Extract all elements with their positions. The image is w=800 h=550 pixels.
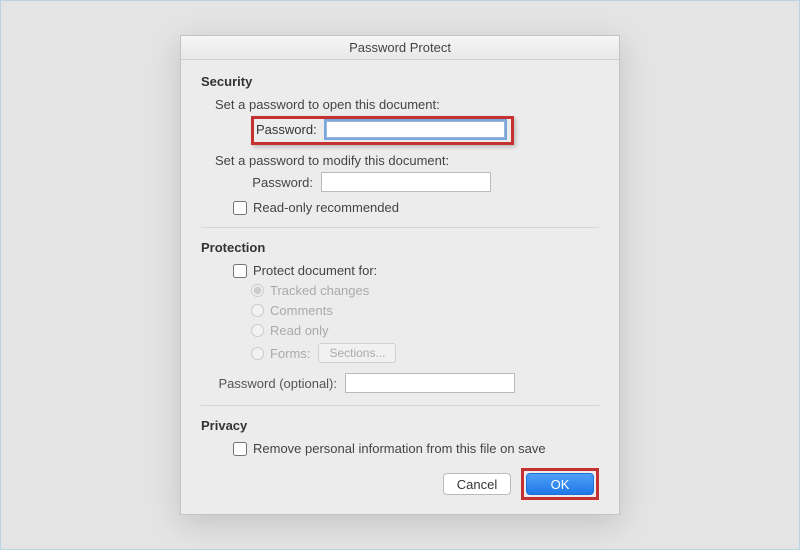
open-password-input[interactable]: [326, 121, 505, 138]
radio-comments[interactable]: [251, 304, 264, 317]
ok-button[interactable]: OK: [526, 473, 594, 495]
security-modify-label: Set a password to modify this document:: [215, 153, 599, 168]
modify-password-row: Password:: [251, 172, 599, 192]
radio-tracked-row: Tracked changes: [251, 283, 599, 298]
dialog-titlebar: Password Protect: [181, 36, 619, 60]
protect-for-row: Protect document for:: [233, 263, 599, 278]
protect-for-checkbox[interactable]: [233, 264, 247, 278]
radio-readonly[interactable]: [251, 324, 264, 337]
radio-comments-row: Comments: [251, 303, 599, 318]
privacy-heading: Privacy: [201, 418, 599, 433]
readonly-recommended-checkbox[interactable]: [233, 201, 247, 215]
modify-password-label: Password:: [251, 175, 321, 190]
readonly-recommended-label: Read-only recommended: [253, 200, 399, 215]
readonly-recommended-row: Read-only recommended: [233, 200, 599, 215]
divider-2: [201, 405, 599, 406]
open-password-label: Password:: [256, 122, 326, 137]
divider-1: [201, 227, 599, 228]
security-heading: Security: [201, 74, 599, 89]
cancel-button[interactable]: Cancel: [443, 473, 511, 495]
protect-for-label: Protect document for:: [253, 263, 377, 278]
radio-comments-label: Comments: [270, 303, 333, 318]
remove-personal-label: Remove personal information from this fi…: [253, 441, 546, 456]
password-protect-dialog: Password Protect Security Set a password…: [180, 35, 620, 515]
ok-button-highlight: OK: [521, 468, 599, 500]
radio-forms-label: Forms:: [270, 346, 310, 361]
security-open-label: Set a password to open this document:: [215, 97, 599, 112]
optional-password-label: Password (optional):: [215, 376, 345, 391]
radio-readonly-label: Read only: [270, 323, 329, 338]
remove-personal-row: Remove personal information from this fi…: [233, 441, 599, 456]
modify-password-input[interactable]: [321, 172, 491, 192]
radio-tracked[interactable]: [251, 284, 264, 297]
radio-readonly-row: Read only: [251, 323, 599, 338]
dialog-title: Password Protect: [349, 40, 451, 55]
remove-personal-checkbox[interactable]: [233, 442, 247, 456]
optional-password-row: Password (optional):: [215, 373, 599, 393]
open-password-highlight: Password:: [251, 116, 514, 145]
dialog-content: Security Set a password to open this doc…: [181, 60, 619, 514]
protection-radio-group: Tracked changes Comments Read only Forms…: [251, 283, 599, 363]
sections-button[interactable]: Sections...: [318, 343, 396, 363]
optional-password-input[interactable]: [345, 373, 515, 393]
radio-forms[interactable]: [251, 347, 264, 360]
dialog-button-row: Cancel OK: [201, 468, 599, 500]
radio-tracked-label: Tracked changes: [270, 283, 369, 298]
radio-forms-row: Forms: Sections...: [251, 343, 599, 363]
protection-heading: Protection: [201, 240, 599, 255]
